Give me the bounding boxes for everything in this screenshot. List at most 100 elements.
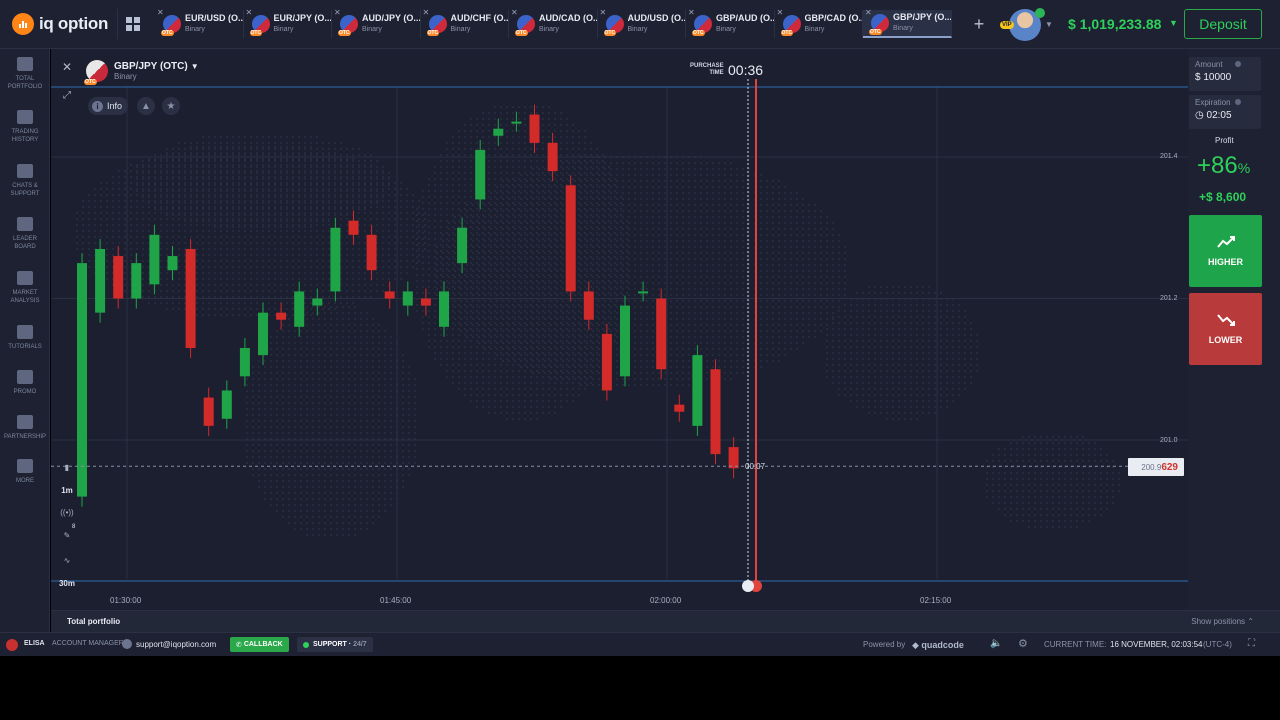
map-dot [554,214,556,216]
sidebar-item[interactable]: TRADING HISTORY [0,110,50,144]
map-dot [346,176,348,178]
map-dot [118,218,120,220]
map-dot [514,204,516,206]
sidebar-item[interactable]: MARKET ANALYSIS [0,271,50,305]
map-dot [578,148,580,150]
iq-option-logo[interactable]: iq option [12,13,108,35]
map-dot [548,196,550,198]
map-dot [598,234,600,236]
chart-canvas[interactable] [51,49,1188,610]
map-dot [440,358,442,360]
map-dot [466,288,468,290]
asset-tab[interactable]: ✕ OTC AUD/USD (O... Binary [598,8,686,38]
sidebar-item[interactable]: PROMO [0,370,50,396]
map-dot [226,302,228,304]
map-dot [538,306,540,308]
map-dot [112,200,114,202]
sidebar-item[interactable]: MORE [0,459,50,485]
map-dot [294,510,296,512]
map-dot [118,176,120,178]
close-tab-icon[interactable]: ✕ [157,8,164,17]
map-dot [460,330,462,332]
close-tab-icon[interactable]: ✕ [334,8,341,17]
map-dot [226,272,228,274]
map-dot [542,394,544,396]
map-dot [324,408,326,410]
sidebar-item[interactable]: CHATS & SUPPORT [0,164,50,198]
map-dot [574,336,576,338]
close-tab-icon[interactable]: ✕ [423,8,430,17]
map-dot [488,400,490,402]
asset-tab[interactable]: ✕ OTC GBP/JPY (O... Binary [863,8,952,38]
map-dot [214,182,216,184]
close-tab-icon[interactable]: ✕ [777,8,784,17]
map-dot [484,324,486,326]
map-dot [288,360,290,362]
asset-tab[interactable]: ✕ OTC AUD/JPY (O... Binary [332,8,421,38]
map-dot [282,414,284,416]
map-dot [446,172,448,174]
map-dot [532,180,534,182]
map-dot [256,272,258,274]
close-tab-icon[interactable]: ✕ [511,8,518,17]
map-dot [282,498,284,500]
map-dot [556,294,558,296]
map-dot [628,246,630,248]
map-dot [548,220,550,222]
sidebar-item[interactable]: TOTAL PORTFOLIO [0,57,50,91]
map-dot [324,348,326,350]
map-dot [574,312,576,314]
asset-tab[interactable]: ✕ OTC EUR/JPY (O... Binary [244,8,332,38]
map-dot [288,354,290,356]
map-dot [512,394,514,396]
map-dot [464,340,466,342]
deposit-button[interactable]: Deposit [1184,9,1262,39]
map-dot [604,312,606,314]
sidebar-item[interactable]: LEADER BOARD [0,217,50,251]
close-tab-icon[interactable]: ✕ [246,8,253,17]
map-dot [154,218,156,220]
map-dot [354,528,356,530]
map-dot [514,234,516,236]
map-dot [608,250,610,252]
map-dot [434,208,436,210]
close-tab-icon[interactable]: ✕ [688,8,695,17]
add-tab-button[interactable]: + [965,12,993,36]
map-dot [238,308,240,310]
map-dot [548,376,550,378]
map-dot [402,456,404,458]
map-dot [500,340,502,342]
map-dot [502,246,504,248]
map-dot [330,402,332,404]
close-tab-icon[interactable]: ✕ [600,8,607,17]
map-dot [500,400,502,402]
map-dot [454,246,456,248]
map-dot [526,180,528,182]
map-dot [252,414,254,416]
asset-tab[interactable]: ✕ OTC EUR/USD (O... Binary [155,8,244,38]
asset-tab[interactable]: ✕ OTC AUD/CHF (O... Binary [421,8,509,38]
map-dot [250,176,252,178]
sidebar-item[interactable]: TUTORIALS [0,325,50,351]
map-dot [506,262,508,264]
asset-tab[interactable]: ✕ OTC GBP/CAD (O... Binary [775,8,863,38]
price-chart[interactable] [51,49,1188,610]
map-dot [342,456,344,458]
balance-chevron-icon[interactable]: ▼ [1169,18,1178,28]
assets-grid-button[interactable] [117,9,147,39]
balance[interactable]: $ 1,019,233.88 [1068,16,1161,32]
map-dot [294,336,296,338]
map-dot [538,210,540,212]
close-tab-icon[interactable]: ✕ [865,8,872,17]
chevron-down-icon[interactable]: ▼ [1045,20,1053,29]
map-dot [598,174,600,176]
map-dot [538,198,540,200]
sidebar-item[interactable]: PARTNERSHIP [0,415,50,441]
map-dot [250,296,252,298]
asset-tab[interactable]: ✕ OTC GBP/AUD (O... Binary [686,8,775,38]
map-dot [250,272,252,274]
map-dot [268,176,270,178]
asset-tab[interactable]: ✕ OTC AUD/CAD (O... Binary [509,8,598,38]
map-dot [544,246,546,248]
map-dot [554,220,556,222]
